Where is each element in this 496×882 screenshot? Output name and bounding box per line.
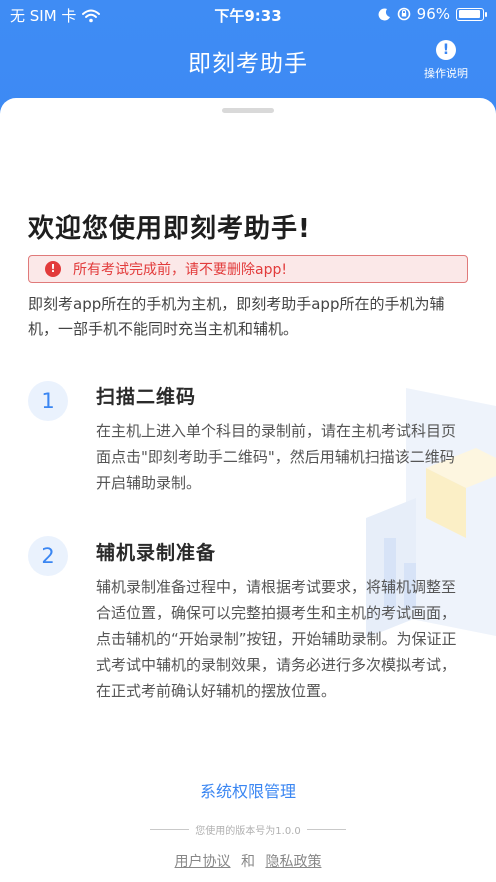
- user-agreement-link[interactable]: 用户协议: [175, 854, 231, 870]
- content-sheet: 欢迎您使用即刻考助手! ! 所有考试完成前，请不要删除app! 即刻考app所在…: [0, 98, 496, 882]
- legal-links: 用户协议 和 隐私政策: [0, 851, 496, 871]
- battery-percent: 96%: [416, 5, 450, 23]
- and-text: 和: [241, 854, 255, 870]
- moon-icon: [378, 7, 390, 20]
- step-1-number: 1: [28, 381, 68, 421]
- divider: [150, 829, 190, 830]
- help-button[interactable]: ! 操作说明: [416, 40, 476, 81]
- help-label: 操作说明: [424, 67, 468, 80]
- step-2-description: 辅机录制准备过程中，请根据考试要求，将辅机调整至合适位置，确保可以完整拍摄考生和…: [96, 578, 457, 700]
- version-row: 您使用的版本号为1.0.0: [150, 822, 347, 837]
- step-2-title: 辅机录制准备: [96, 542, 217, 564]
- status-bar: 无 SIM 卡 下午9:33 96%: [0, 0, 496, 28]
- step-1-description: 在主机上进入单个科目的录制前，请在主机考试科目页面点击"即刻考助手二维码"，然后…: [96, 422, 457, 492]
- warning-banner: ! 所有考试完成前，请不要删除app!: [28, 255, 468, 283]
- battery-level: [458, 10, 480, 18]
- step-1-title: 扫描二维码: [96, 386, 197, 408]
- nav-bar: 即刻考助手 ! 操作说明: [0, 28, 496, 98]
- warning-text: 所有考试完成前，请不要删除app!: [73, 262, 287, 278]
- drag-handle[interactable]: [222, 108, 274, 113]
- warning-icon: !: [45, 261, 61, 277]
- step-2-number: 2: [28, 536, 68, 576]
- orientation-lock-icon: [397, 7, 410, 21]
- welcome-heading: 欢迎您使用即刻考助手!: [28, 214, 311, 244]
- status-right: 96%: [378, 5, 487, 23]
- version-text: 您使用的版本号为1.0.0: [195, 826, 301, 837]
- info-icon: !: [436, 40, 456, 60]
- intro-text: 即刻考app所在的手机为主机，即刻考助手app所在的手机为辅机，一部手机不能同时…: [28, 295, 445, 338]
- privacy-policy-link[interactable]: 隐私政策: [265, 854, 321, 870]
- battery-icon: [456, 7, 487, 21]
- permissions-link[interactable]: 系统权限管理: [0, 778, 496, 802]
- divider: [306, 829, 347, 830]
